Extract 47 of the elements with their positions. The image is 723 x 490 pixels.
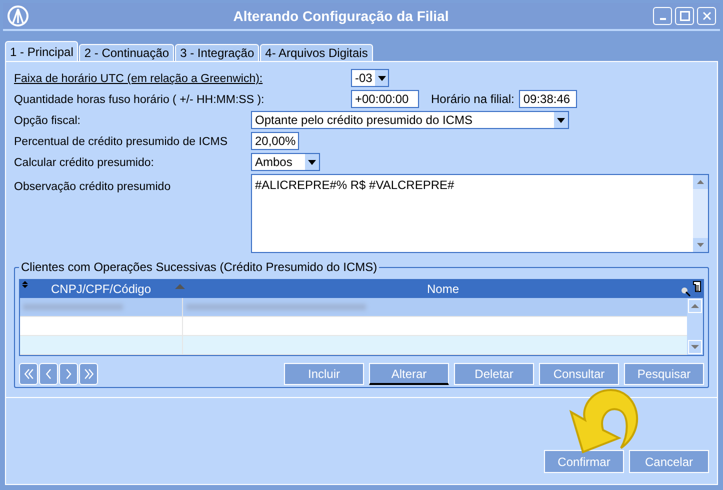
select-value: Optante pelo crédito presumido do ICMS: [254, 112, 474, 129]
next-button[interactable]: [59, 363, 78, 385]
branch-time-field[interactable]: 09:38:46: [519, 90, 578, 108]
scrollbar[interactable]: [687, 298, 703, 355]
select-value: -03: [354, 70, 374, 87]
tab[interactable]: 2 - Continuação: [79, 44, 174, 61]
search-icon: [681, 287, 691, 297]
field-label: Calcular crédito presumido:: [14, 157, 154, 169]
maximize-icon: [680, 11, 690, 21]
field-label: Opção fiscal:: [14, 115, 80, 127]
group-title: Clientes com Operações Sucessivas (Crédito Presumido do ICMS): [19, 260, 380, 274]
scrollbar[interactable]: [693, 175, 708, 252]
first-page-button[interactable]: [19, 363, 38, 385]
double-right-arrow-icon: [82, 366, 96, 382]
offset-field[interactable]: +00:00:00: [351, 90, 419, 108]
tab[interactable]: 1 - Principal: [5, 41, 78, 61]
sort-ascending-icon: [175, 284, 185, 289]
double-left-arrow-icon: [22, 366, 36, 382]
minimize-icon: [660, 18, 666, 20]
field-label: Quantidade horas fuso horário ( +/- HH:MM:SS ):: [14, 94, 264, 106]
field-label: Observação crédito presumido: [14, 181, 171, 193]
close-button[interactable]: [697, 7, 716, 25]
fiscal-option-select[interactable]: Optante pelo crédito presumido do ICMS: [251, 111, 569, 129]
dropdown-caret-icon: [308, 160, 316, 164]
utc-select[interactable]: -03: [351, 69, 389, 87]
previous-button[interactable]: [39, 363, 58, 385]
minimize-button[interactable]: [653, 7, 672, 25]
tab[interactable]: 4- Arquivos Digitais: [260, 44, 373, 61]
observation-textarea[interactable]: #ALICREPRE#% R$ #VALCREPRE#: [251, 174, 709, 253]
maximize-button[interactable]: [675, 7, 694, 25]
tab[interactable]: 3 - Integração: [175, 44, 260, 61]
sort-icon: [22, 281, 28, 288]
calc-select[interactable]: Ambos: [251, 153, 320, 171]
close-icon: [702, 12, 710, 20]
app-logo-icon: [7, 5, 29, 27]
scroll-up-icon: [693, 175, 708, 189]
dropdown-caret-icon: [557, 118, 565, 122]
scroll-down-icon: [693, 238, 708, 252]
dropdown-caret-icon: [378, 76, 386, 80]
last-page-button[interactable]: [79, 363, 98, 385]
field-label: Faixa de horário UTC (em relação a Greenwich):: [14, 73, 263, 85]
select-value: Ambos: [254, 154, 294, 171]
column-header[interactable]: Nome: [183, 280, 703, 298]
window-title: Alterando Configuração da Filial: [232, 6, 450, 26]
field-label: Percentual de crédito presumido de ICMS: [14, 136, 228, 148]
percent-field[interactable]: 20,00%: [251, 132, 299, 150]
field-label: Horário na filial:: [431, 91, 514, 108]
